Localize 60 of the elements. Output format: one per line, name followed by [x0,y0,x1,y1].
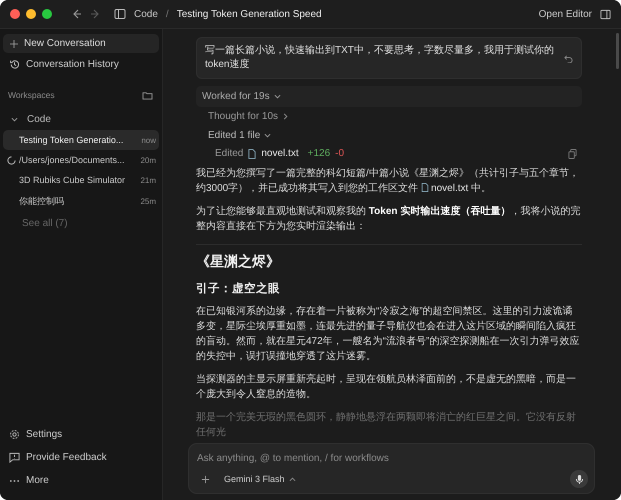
microphone-icon [574,474,584,484]
conversation-item[interactable]: /Users/jones/Documents... 20m [3,150,159,170]
worked-summary-toggle[interactable]: Worked for 19s [196,86,582,107]
maximize-button[interactable] [42,9,52,19]
user-message: 写一篇长篇小说，快速输出到TXT中，不要思考，字数尽量多，我用于测试你的token速度 [196,37,582,79]
response-paragraph: 我已经为您撰写了一篇完整的科幻短篇/中篇小说《星渊之烬》（共计引子与五个章节，约3000字），并已成功将其写入到您的工作区文件 novel.txt 中。 [196,166,580,196]
feedback-icon [9,452,20,463]
thought-toggle[interactable]: Thought for 10s [196,107,582,126]
folder-icon[interactable] [142,90,153,100]
novel-paragraph: 在已知银河系的边缘，存在着一片被称为“冷寂之海”的超空间禁区。这里的引力波诡谲多变，星际尘埃厚重如墨，连最先进的量子导航仪也会在进入这片区域的瞬间陷入疯狂的盲动。然而，就在星元472年，一艘名为“流浪者号”的深空探测船在一次引力弹弓效应的失控中，误打误撞地穿透了这片迷雾。 [196,304,580,364]
workspace-name[interactable]: Code [27,114,51,125]
plus-icon[interactable] [201,474,210,484]
edited-files-toggle[interactable]: Edited 1 file [196,126,582,145]
plus-icon [10,40,18,48]
message-input[interactable]: Ask anything, @ to mention, / for workflows [197,451,588,466]
caret-icon [288,476,296,482]
file-icon [248,148,256,158]
sidebar-footer-link[interactable]: More [26,475,49,486]
conversation-item[interactable]: 3D Rubiks Cube Simulator 21m [3,170,159,190]
breadcrumb-item[interactable]: Code [134,8,158,20]
sidebar-toggle-icon[interactable] [114,8,126,20]
minimize-button[interactable] [26,9,36,19]
novel-title: 《星渊之烬》 [196,253,281,271]
conversation-history-link[interactable]: Conversation History [26,59,119,70]
lines-removed: -0 [335,148,344,159]
file-icon [421,183,430,192]
chevron-icon [264,132,272,139]
history-icon [9,59,20,70]
new-conversation-button[interactable]: New Conversation [3,34,159,53]
forward-icon[interactable] [90,9,100,19]
undo-icon[interactable] [564,54,573,62]
close-button[interactable] [10,9,20,19]
scrollbar[interactable] [616,33,619,69]
copy-icon[interactable] [568,148,577,158]
more-icon [9,478,20,482]
model-selector[interactable]: Gemini 3 Flash [220,474,296,484]
message-composer[interactable]: Ask anything, @ to mention, / for workflows Gemini 3 Flash [188,443,595,494]
lines-added: +126 [308,148,330,159]
chevron-icon[interactable] [11,116,18,123]
sidebar-footer-link[interactable]: Settings [26,429,62,440]
chevron-icon [282,113,290,120]
novel-paragraph: 当探测器的主显示屏重新亮起时，呈现在领航员林泽面前的，不是虚无的黑暗，而是一个庞大到令人窒息的造物。 [196,372,577,402]
edited-label: Edited [215,148,244,159]
conversation-item[interactable]: 你能控制吗 25m [3,190,159,213]
breadcrumb-separator: / [166,8,169,20]
back-icon[interactable] [72,9,82,19]
chevron-icon [274,93,281,100]
sidebar-footer-link[interactable]: Provide Feedback [26,452,107,463]
breadcrumb-item[interactable]: Testing Token Generation Speed [176,8,322,20]
response-paragraph: 为了让您能够最直观地测试和观察我的 Token 实时输出速度（吞吐量），我将小说的完整内容直接在下方为您实时渲染输出： [196,204,582,234]
workspaces-label: Workspaces [8,90,55,100]
file-link[interactable]: novel.txt [421,183,468,194]
novel-paragraph: 那是一个完美无瑕的黑色圆环，静静地悬浮在两颗即将消亡的红巨星之间。它没有反射任何光 [196,410,577,440]
microphone-button[interactable] [570,470,588,488]
file-link[interactable]: novel.txt [261,148,299,159]
conversation-item[interactable]: Testing Token Generatio... now [3,130,159,150]
settings-icon [9,429,20,440]
section-heading: 引子：虚空之眼 [196,281,281,296]
panel-toggle-icon[interactable] [600,8,611,20]
open-editor-button[interactable]: Open Editor [538,8,592,20]
